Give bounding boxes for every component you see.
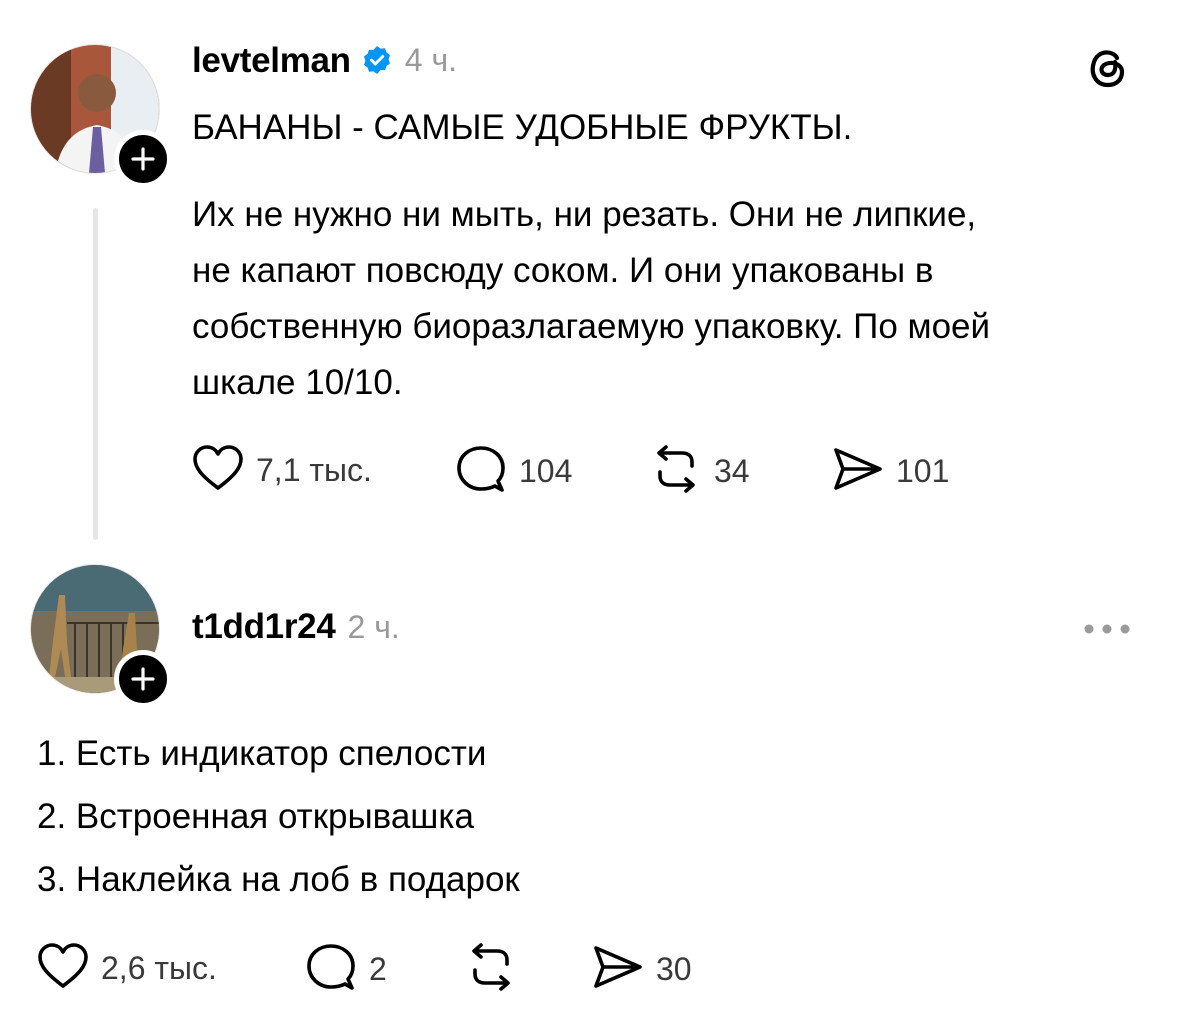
reply-text-line: 3. Наклейка на лоб в подарок	[37, 860, 520, 899]
thread-connector-line	[93, 208, 98, 540]
send-paper-plane-icon	[832, 444, 884, 499]
threads-logo-icon[interactable]	[1084, 44, 1130, 95]
follow-plus-button[interactable]	[114, 650, 172, 708]
post-reply-button[interactable]: 104	[455, 444, 572, 499]
heart-icon	[192, 444, 244, 497]
post-title: БАНАНЫ - САМЫЕ УДОБНЫЕ ФРУКТЫ.	[192, 108, 853, 147]
reply-reply-button[interactable]: 2	[305, 942, 387, 997]
comment-bubble-icon	[455, 444, 507, 499]
post-reply-count: 104	[519, 453, 573, 489]
heart-icon	[37, 942, 89, 995]
post-share-button[interactable]: 101	[832, 444, 949, 499]
post-body-line: собственную биоразлагаемую упаковку. По …	[192, 307, 991, 346]
post-body-line: Их не нужно ни мыть, ни резать. Они не л…	[192, 195, 977, 234]
repost-arrows-icon	[650, 444, 702, 499]
reply-repost-button[interactable]	[465, 942, 529, 997]
reply-text-line: 2. Встроенная открывашка	[37, 797, 474, 836]
reply-text-line: 1. Есть индикатор спелости	[37, 734, 487, 773]
reply-time: 2 ч.	[347, 608, 400, 645]
post-header: levtelman 4 ч.	[192, 40, 457, 81]
post-share-count: 101	[896, 453, 950, 489]
post-like-button[interactable]: 7,1 тыс.	[192, 444, 372, 497]
reply-share-count: 30	[656, 951, 692, 987]
reply-username[interactable]: t1dd1r24	[192, 607, 336, 647]
more-options-icon[interactable]	[1082, 622, 1132, 641]
post-time: 4 ч.	[404, 42, 458, 78]
reply-like-count: 2,6 тыс.	[101, 950, 217, 986]
post-body-line: не капают повсюду соком. И они упакованы…	[192, 251, 934, 290]
reply-reply-count: 2	[369, 951, 387, 987]
verified-badge-icon	[361, 44, 393, 81]
send-paper-plane-icon	[592, 942, 644, 997]
post-username[interactable]: levtelman	[192, 41, 351, 81]
comment-bubble-icon	[305, 942, 357, 997]
repost-arrows-icon	[465, 942, 517, 997]
reply-share-button[interactable]: 30	[592, 942, 692, 997]
follow-plus-button[interactable]	[114, 130, 172, 188]
reply-like-button[interactable]: 2,6 тыс.	[37, 942, 217, 995]
reply-header: t1dd1r24 2 ч.	[192, 607, 400, 647]
post-repost-count: 34	[714, 453, 750, 489]
post-like-count: 7,1 тыс.	[256, 452, 372, 488]
post-repost-button[interactable]: 34	[650, 444, 750, 499]
post-body-line: шкале 10/10.	[192, 363, 403, 402]
